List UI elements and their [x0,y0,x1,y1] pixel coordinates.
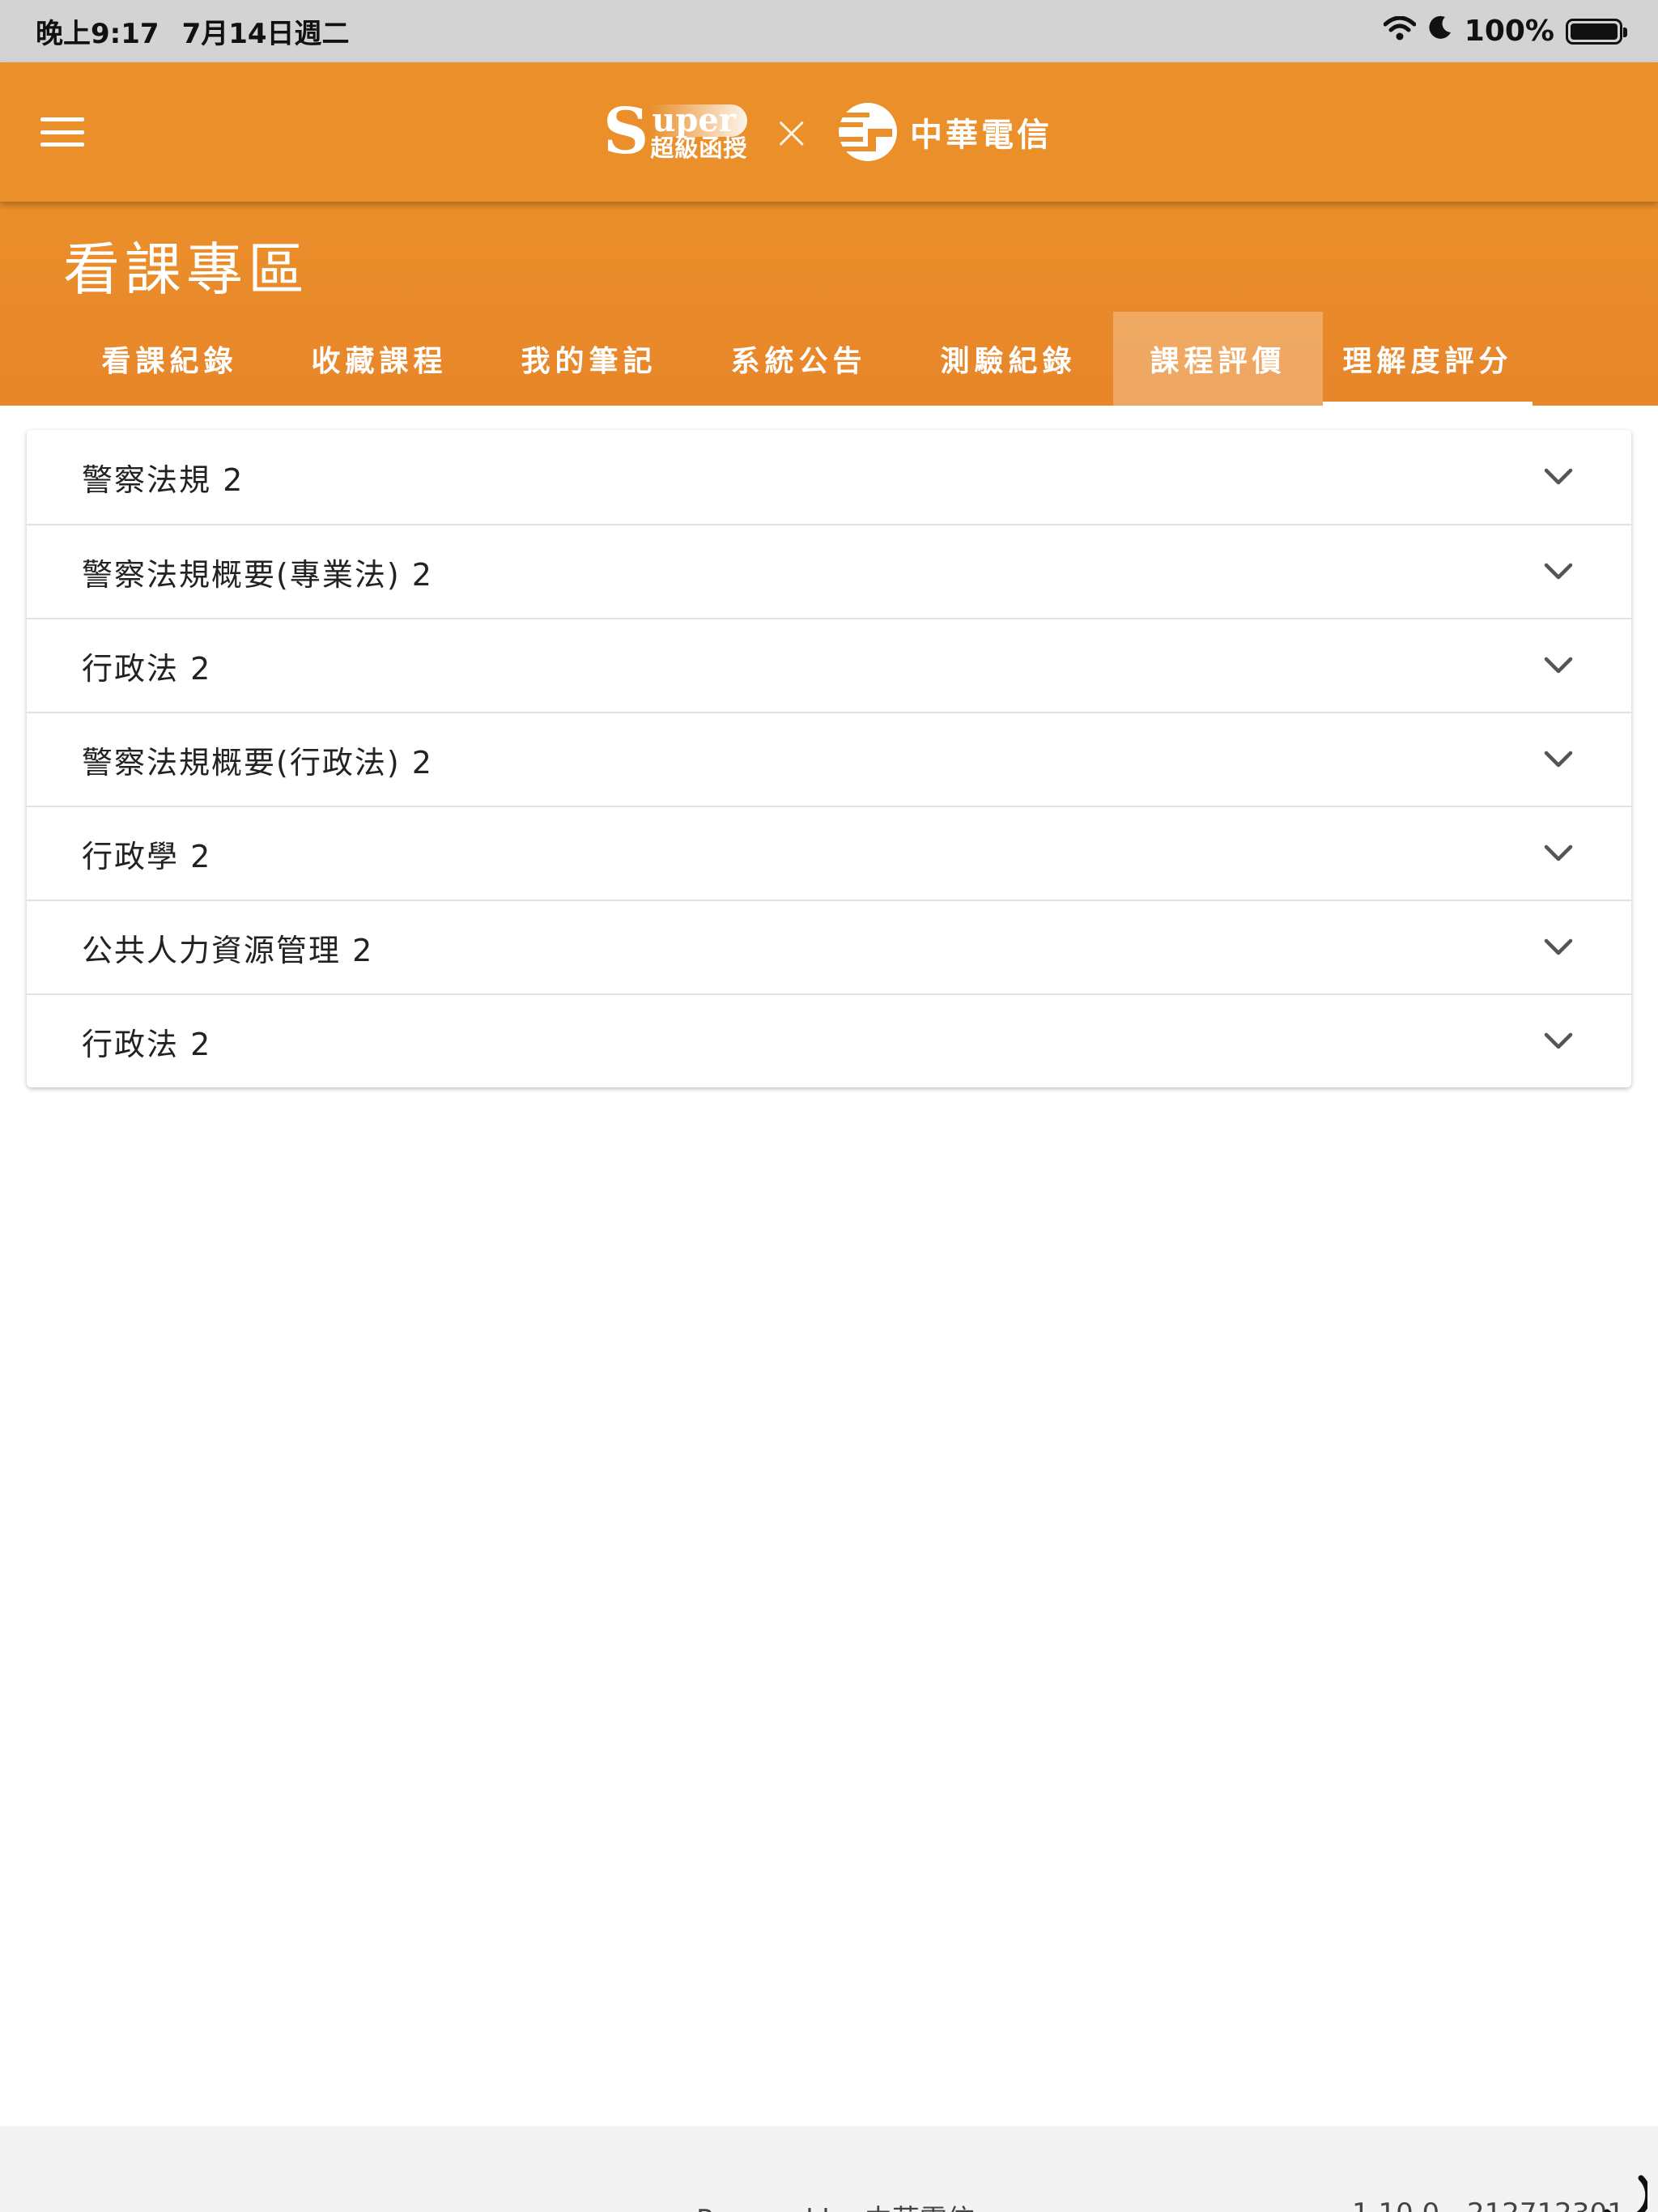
tab-comprehension-rating[interactable]: 理解度評分 [1323,312,1533,406]
course-row[interactable]: 公共人力資源管理 2 [27,900,1631,993]
tab-system-announcements[interactable]: 系統公告 [694,312,903,406]
course-title: 警察法規 2 [82,462,244,498]
cht-emblem-icon [838,103,897,161]
course-title: 警察法規概要(行政法) 2 [82,744,433,781]
chevron-down-icon[interactable] [1544,651,1573,680]
tab-favorite-courses[interactable]: 收藏課程 [274,312,484,406]
page-title: 看課專區 [63,236,309,303]
chevron-down-icon[interactable] [1544,462,1573,491]
chevron-down-icon[interactable] [1544,933,1573,962]
tab-watch-history[interactable]: 看課紀錄 [65,312,274,406]
course-title: 公共人力資源管理 2 [82,932,374,968]
tab-my-notes[interactable]: 我的筆記 [484,312,694,406]
status-right: 100% [1383,15,1627,48]
status-bar: 晚上9:17 7月14日週二 100% [0,0,1658,62]
course-row[interactable]: 警察法規概要(專業法) 2 [27,524,1631,618]
battery-icon [1566,18,1627,45]
course-list: 警察法規 2 警察法規概要(專業法) 2 行政法 2 警察法規概要(行政法) 2… [27,430,1631,1087]
course-row[interactable]: 警察法規 2 [27,430,1631,524]
course-title: 行政學 2 [82,838,212,874]
cht-logo: 中華電信 [835,101,1052,163]
course-title: 行政法 2 [82,650,212,687]
tab-course-reviews[interactable]: 課程評價 [1113,312,1323,406]
moon-icon [1427,15,1453,48]
course-row[interactable]: 行政法 2 [27,993,1631,1087]
course-row[interactable]: 行政法 2 [27,618,1631,712]
course-row[interactable]: 警察法規概要(行政法) 2 [27,712,1631,806]
super-logo: S uper 超級函授 [603,95,748,168]
chevron-down-icon[interactable] [1544,745,1573,774]
status-date: 7月14日週二 [181,18,350,50]
course-title: 行政法 2 [82,1026,212,1062]
loading-spinner-icon [1604,2175,1647,2212]
chevron-down-icon[interactable] [1544,1027,1573,1056]
logo-separator: × [772,104,811,160]
app-header: S uper 超級函授 × 中華電信 [0,62,1658,202]
partner-logos: S uper 超級函授 × 中華電信 [603,100,1052,164]
footer-powered-by: Powered by 中華電信 [696,2197,975,2212]
wifi-icon [1383,15,1417,48]
footer: Powered by 中華電信 1.10.0 - 212712301 [0,2126,1658,2212]
chevron-down-icon[interactable] [1544,839,1573,868]
status-time: 晚上9:17 [36,18,159,50]
course-title: 警察法規概要(專業法) 2 [82,556,433,593]
sub-header: 看課專區 看課紀錄 收藏課程 我的筆記 系統公告 測驗紀錄 課程評價 理解度評分 [0,202,1658,406]
status-left: 晚上9:17 7月14日週二 [36,11,350,51]
hamburger-menu-icon[interactable] [40,117,84,147]
tab-bar: 看課紀錄 收藏課程 我的筆記 系統公告 測驗紀錄 課程評價 理解度評分 [65,312,1533,406]
battery-percent: 100% [1464,15,1554,48]
footer-version: 1.10.0 - 212712301 [1352,2197,1625,2212]
course-row[interactable]: 行政學 2 [27,806,1631,900]
tab-quiz-records[interactable]: 測驗紀錄 [903,312,1113,406]
chevron-down-icon[interactable] [1544,557,1573,586]
